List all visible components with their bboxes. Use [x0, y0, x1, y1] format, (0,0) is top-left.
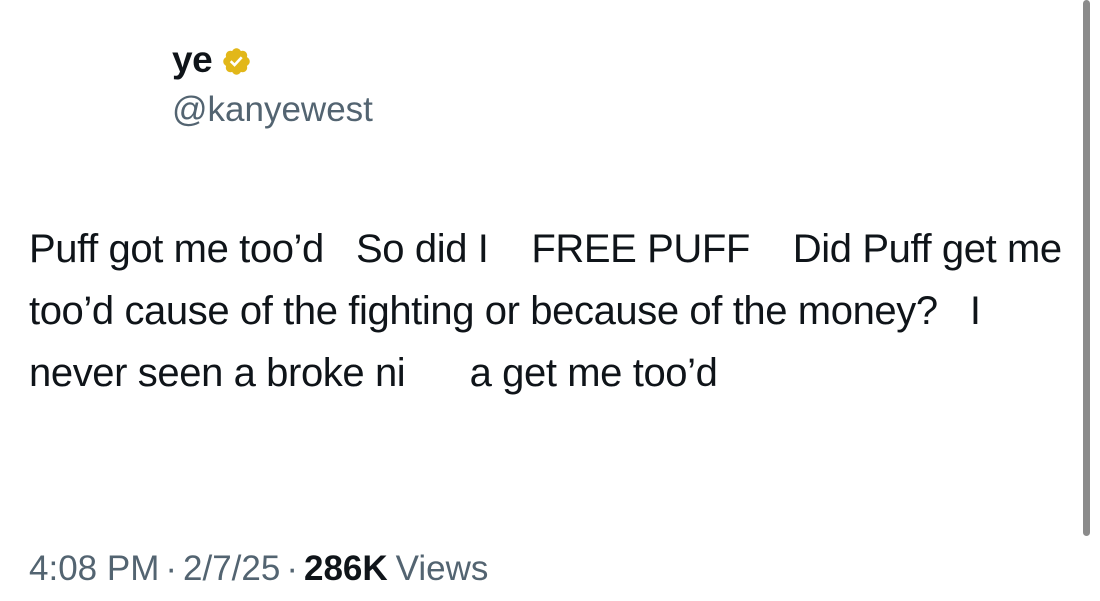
meta-separator: ·	[165, 549, 178, 588]
tweet-text: Puff got me too’d So did I FREE PUFF Did…	[29, 227, 1073, 395]
tweet-date[interactable]: 2/7/25	[183, 549, 280, 588]
display-name[interactable]: ye	[172, 36, 213, 84]
tweet-card: ye @kanyewest Puff got me too’d So did I…	[0, 0, 1100, 601]
tweet-author[interactable]: ye @kanyewest	[172, 36, 373, 132]
views-count[interactable]: 286K	[304, 549, 388, 588]
tweet-meta: 4:08 PM · 2/7/25 · 286K Views	[29, 545, 488, 593]
display-name-row: ye	[172, 36, 373, 84]
meta-separator: ·	[286, 549, 298, 588]
verified-badge-icon	[221, 46, 252, 77]
user-handle[interactable]: @kanyewest	[172, 88, 373, 132]
tweet-time[interactable]: 4:08 PM	[29, 549, 159, 588]
scrollbar[interactable]	[1083, 0, 1090, 536]
views-label: Views	[395, 549, 489, 588]
